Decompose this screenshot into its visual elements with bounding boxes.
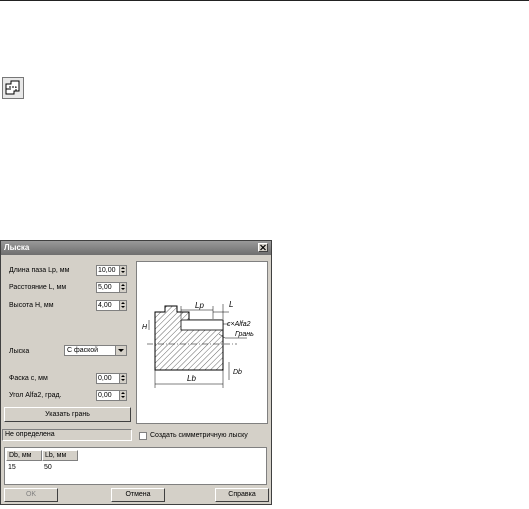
chamfer-value[interactable]: 0,00 bbox=[96, 373, 119, 384]
symmetric-checkbox[interactable] bbox=[139, 432, 147, 440]
symmetric-checkbox-label[interactable]: Создать симметричную лыску bbox=[150, 431, 248, 440]
height-value[interactable]: 4,00 bbox=[96, 300, 119, 311]
flat-drawing-panel: Lр L c×Alfa2 Грань H Lb Db bbox=[136, 261, 268, 424]
slot-length-value[interactable]: 10,00 bbox=[96, 265, 119, 276]
chamfer-arrows[interactable] bbox=[119, 373, 127, 384]
angle-arrows[interactable] bbox=[119, 390, 127, 401]
dim-lp-text: Lр bbox=[195, 301, 204, 310]
angle-value[interactable]: 0,00 bbox=[96, 390, 119, 401]
flat-dialog: Лыска Длина паза Lр, мм 10,00 Расстояние… bbox=[0, 240, 272, 505]
cancel-button[interactable]: Отмена bbox=[111, 488, 165, 502]
distance-arrows[interactable] bbox=[119, 282, 127, 293]
height-label: Высота H, мм bbox=[9, 302, 54, 309]
table-cell-db[interactable]: 15 bbox=[8, 463, 16, 472]
distance-label: Расстояние L, мм bbox=[9, 284, 67, 291]
chamfer-label: Фаска с, мм bbox=[9, 375, 48, 382]
slot-length-label: Длина паза Lр, мм bbox=[9, 267, 70, 274]
angle-label: Угол Alfa2, град. bbox=[9, 392, 62, 399]
table-cell-lb[interactable]: 50 bbox=[44, 463, 52, 472]
chamfer-spinner[interactable]: 0,00 bbox=[96, 373, 127, 384]
dim-h-text: H bbox=[142, 324, 148, 331]
chevron-down-icon[interactable] bbox=[115, 346, 126, 355]
flat-type-label: Лыска bbox=[9, 348, 30, 355]
dialog-titlebar: Лыска bbox=[1, 241, 271, 255]
top-rule bbox=[0, 0, 529, 1]
select-face-button[interactable]: Указать грань bbox=[4, 407, 131, 422]
help-button[interactable]: Справка bbox=[215, 488, 269, 502]
table-header-db[interactable]: Db, мм bbox=[6, 450, 42, 461]
dim-l-text: L bbox=[229, 300, 233, 309]
table-header-lb[interactable]: Lb, мм bbox=[42, 450, 78, 461]
dialog-title: Лыска bbox=[4, 243, 30, 252]
flat-type-value: С фаской bbox=[67, 347, 99, 354]
slot-length-arrows[interactable] bbox=[119, 265, 127, 276]
angle-spinner[interactable]: 0,00 bbox=[96, 390, 127, 401]
height-arrows[interactable] bbox=[119, 300, 127, 311]
flat-tool-icon[interactable] bbox=[2, 77, 24, 99]
distance-spinner[interactable]: 5,00 bbox=[96, 282, 127, 293]
height-spinner[interactable]: 4,00 bbox=[96, 300, 127, 311]
dim-lb-text: Lb bbox=[187, 374, 196, 383]
dim-face-text: Грань bbox=[235, 331, 254, 338]
flat-schematic-drawing: Lр L c×Alfa2 Грань H Lb Db bbox=[142, 300, 254, 388]
dimensions-table: Db, мм Lb, мм 15 50 bbox=[4, 447, 267, 485]
slot-length-spinner[interactable]: 10,00 bbox=[96, 265, 127, 276]
dim-db-text: Db bbox=[233, 369, 242, 376]
dim-calfa-text: c×Alfa2 bbox=[227, 321, 251, 328]
close-icon bbox=[260, 244, 266, 251]
distance-value[interactable]: 5,00 bbox=[96, 282, 119, 293]
flat-type-select[interactable]: С фаской bbox=[64, 345, 127, 356]
ok-button[interactable]: OK bbox=[4, 488, 58, 502]
close-button[interactable] bbox=[258, 243, 268, 252]
face-status-field: Не определена bbox=[2, 429, 132, 441]
